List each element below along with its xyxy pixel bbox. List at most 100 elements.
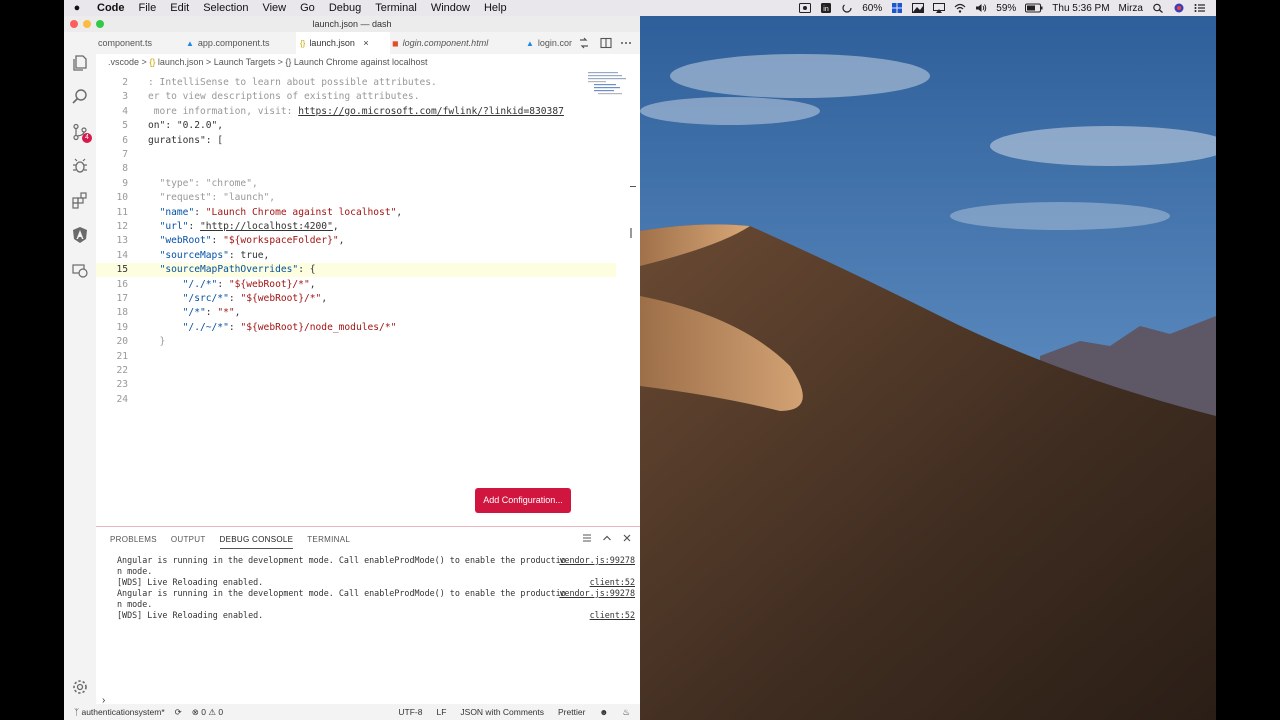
code-text: "name": "Launch Chrome against localhost… — [159, 206, 403, 218]
menu-edit[interactable]: Edit — [163, 2, 196, 14]
menu-user[interactable]: Mirza — [1119, 3, 1143, 14]
console-source-link[interactable]: vendor.js:99278 — [559, 555, 635, 566]
breadcrumb-launch-chrome[interactable]: Launch Chrome against localhost — [294, 57, 428, 67]
more-actions-icon[interactable] — [620, 37, 632, 49]
breadcrumb-launch-targets[interactable]: Launch Targets — [214, 57, 275, 67]
console-source-link[interactable]: vendor.js:99278 — [559, 588, 635, 599]
console-source-link[interactable]: client:52 — [590, 610, 635, 621]
menu-help[interactable]: Help — [477, 2, 514, 14]
code-line[interactable]: 13 "webRoot": "${workspaceFolder}", — [96, 234, 616, 248]
menu-debug[interactable]: Debug — [322, 2, 368, 14]
feedback-smiley-icon[interactable]: ☻ — [599, 704, 608, 720]
menu-go[interactable]: Go — [293, 2, 322, 14]
code-editor[interactable]: 2: IntelliSense to learn about possible … — [96, 70, 616, 540]
explorer-icon[interactable] — [71, 54, 89, 72]
menu-selection[interactable]: Selection — [196, 2, 255, 14]
code-line[interactable]: 22 — [96, 364, 616, 378]
extensions-icon[interactable] — [71, 192, 89, 210]
menu-window[interactable]: Window — [424, 2, 477, 14]
menu-view[interactable]: View — [255, 2, 293, 14]
photo-icon[interactable] — [912, 3, 925, 13]
menu-clock[interactable]: Thu 5:36 PM — [1052, 3, 1109, 14]
breadcrumb-launch-json[interactable]: launch.json — [158, 57, 204, 67]
angular-icon[interactable] — [71, 226, 89, 244]
encoding[interactable]: UTF-8 — [398, 704, 422, 720]
tab-login-component-html[interactable]: ◼ login.component.html — [388, 32, 522, 54]
menu-file[interactable]: File — [132, 2, 164, 14]
code-line[interactable]: 23 — [96, 378, 616, 392]
code-line[interactable]: 11 "name": "Launch Chrome against localh… — [96, 206, 616, 220]
code-line[interactable]: 9 "type": "chrome", — [96, 177, 616, 191]
doc-link[interactable]: https://go.microsoft.com/fwlink/?linkid=… — [298, 106, 564, 117]
spotlight-search-icon[interactable] — [1152, 3, 1164, 13]
menu-code[interactable]: Code — [90, 2, 132, 14]
code-line[interactable]: 2: IntelliSense to learn about possible … — [96, 76, 616, 90]
code-line[interactable]: 10 "request": "launch", — [96, 191, 616, 205]
volume-icon[interactable] — [975, 3, 987, 13]
progress-circle-icon[interactable] — [841, 3, 853, 13]
code-line[interactable]: 15 "sourceMapPathOverrides": { — [96, 263, 616, 278]
close-panel-icon[interactable] — [622, 533, 632, 543]
code-line[interactable]: 5 on": "0.2.0", — [96, 119, 616, 133]
wifi-icon[interactable] — [954, 3, 966, 13]
settings-gear-icon[interactable] — [71, 678, 89, 696]
scrollbar-thumb[interactable] — [630, 228, 632, 238]
tab-output[interactable]: OUTPUT — [171, 531, 206, 549]
siri-icon[interactable] — [1173, 3, 1185, 13]
code-line[interactable]: 7 — [96, 148, 616, 162]
code-line[interactable]: 17 "/src/*": "${webRoot}/*", — [96, 292, 616, 306]
minimap[interactable] — [584, 70, 628, 110]
console-source-link[interactable]: client:52 — [590, 577, 635, 588]
menu-terminal[interactable]: Terminal — [368, 2, 424, 14]
code-line[interactable]: 18 "/*": "*", — [96, 306, 616, 320]
git-branch[interactable]: ᛉ authenticationsystem* — [74, 704, 165, 720]
code-line[interactable]: 6 gurations": [ — [96, 134, 616, 148]
search-icon[interactable] — [71, 88, 89, 106]
tab-terminal[interactable]: TERMINAL — [307, 531, 350, 549]
close-window-icon[interactable] — [70, 20, 78, 28]
tab-debug-console[interactable]: DEBUG CONSOLE — [219, 531, 294, 549]
code-line[interactable]: 3 er to view descriptions of existing att… — [96, 90, 616, 104]
tab-launch-json[interactable]: {} launch.json × — [296, 32, 390, 54]
code-line[interactable]: 14 "sourceMaps": true, — [96, 249, 616, 263]
breadcrumb-vscode[interactable]: .vscode — [108, 57, 139, 67]
screen-record-icon[interactable] — [799, 3, 812, 13]
blue-squares-icon[interactable] — [891, 3, 903, 13]
tab-problems[interactable]: PROBLEMS — [110, 531, 157, 549]
battery-icon[interactable] — [1025, 3, 1043, 13]
tab-component-ts[interactable]: component.ts — [98, 32, 176, 54]
notification-center-icon[interactable] — [1194, 3, 1206, 13]
code-line[interactable]: 24 — [96, 393, 616, 407]
code-line[interactable]: 21 — [96, 350, 616, 364]
code-line[interactable]: 4 more information, visit: https://go.mi… — [96, 105, 616, 119]
maximize-panel-icon[interactable] — [602, 533, 612, 543]
split-editor-icon[interactable] — [600, 37, 612, 49]
minimize-window-icon[interactable] — [83, 20, 91, 28]
sync-icon[interactable]: ⟳ — [175, 704, 182, 720]
window-titlebar[interactable]: launch.json — dash — [64, 16, 640, 32]
apple-logo-icon[interactable]: ● — [64, 2, 90, 14]
add-configuration-button[interactable]: Add Configuration... — [475, 488, 571, 513]
end-of-line[interactable]: LF — [436, 704, 446, 720]
tab-app-component-ts[interactable]: ▲ app.component.ts — [182, 32, 294, 54]
maximize-window-icon[interactable] — [96, 20, 104, 28]
linkedin-icon[interactable]: in — [820, 3, 832, 13]
open-changes-icon[interactable] — [578, 37, 590, 49]
tab-login-cor[interactable]: ▲ login.cor — [522, 32, 582, 54]
code-line[interactable]: 16 "/./*": "${webRoot}/*", — [96, 278, 616, 292]
code-line[interactable]: 20 } — [96, 335, 616, 349]
airplay-icon[interactable] — [933, 3, 946, 13]
notifications-bell-icon[interactable]: ♨ — [622, 704, 630, 720]
code-fragment: "type": "chrome", — [148, 177, 258, 189]
editor-scrollbar[interactable] — [628, 70, 640, 540]
clear-console-icon[interactable] — [582, 533, 592, 543]
code-line[interactable]: 19 "/./~/*": "${webRoot}/node_modules/*" — [96, 321, 616, 335]
debug-icon[interactable] — [71, 157, 89, 175]
close-tab-icon[interactable]: × — [363, 38, 368, 48]
language-mode[interactable]: JSON with Comments — [460, 704, 544, 720]
code-line[interactable]: 12 "url": "http://localhost:4200", — [96, 220, 616, 234]
formatter[interactable]: Prettier — [558, 704, 585, 720]
code-line[interactable]: 8 — [96, 162, 616, 176]
problems-counter[interactable]: ⊗ 0 ⚠ 0 — [192, 704, 223, 720]
remote-explorer-icon[interactable] — [71, 261, 89, 279]
